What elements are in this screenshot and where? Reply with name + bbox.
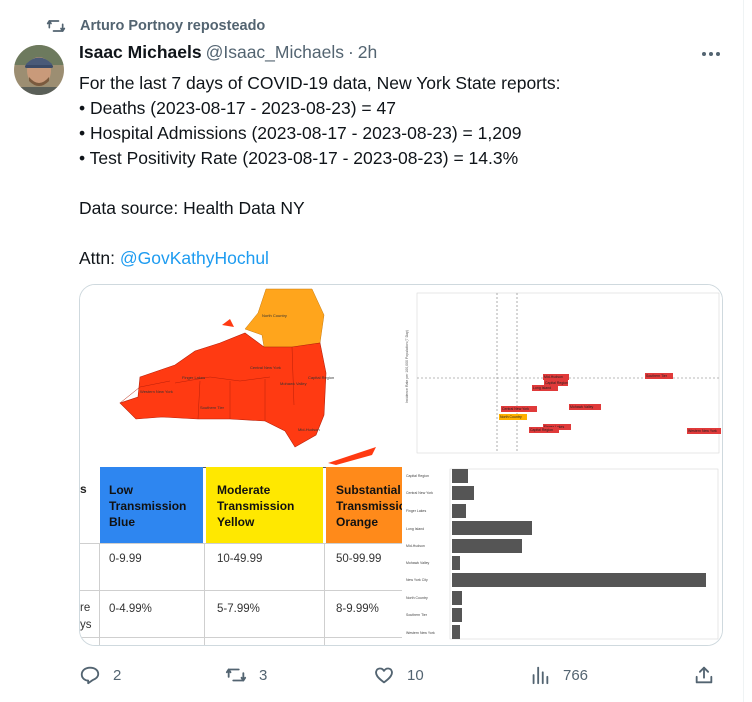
bar-5	[452, 556, 460, 570]
scatter-ylabel: Incidence Rate per 100,000 Population (7…	[405, 330, 409, 403]
stub-row2-a: re	[80, 602, 90, 614]
bar-cat-5: Mohawk Valley	[406, 561, 430, 565]
bar-8	[452, 608, 462, 622]
scatter-label-8: Capital Region	[530, 428, 553, 432]
scatter-label-2: Long Island	[533, 386, 551, 390]
bar-cat-4: Mid-Hudson	[406, 544, 425, 548]
repost-icon	[225, 668, 247, 682]
reply-button[interactable]: 2	[79, 660, 121, 690]
views-count: 766	[563, 666, 589, 684]
timestamp[interactable]: 2h	[358, 42, 377, 63]
views-button[interactable]: 766	[529, 660, 588, 690]
author-name[interactable]: Isaac Michaels	[79, 42, 202, 63]
reply-icon	[80, 666, 100, 685]
transmission-table[interactable]: s Low Transmission Blue Moderate Transmi…	[80, 467, 413, 645]
map-label-mohawk: Mohawk Valley	[280, 381, 307, 386]
share-button[interactable]	[693, 660, 715, 690]
reply-count: 2	[113, 666, 122, 684]
low-line-2: Transmission	[109, 499, 186, 513]
tweet[interactable]: Arturo Portnoy reposteado Isaac Michaels…	[0, 0, 744, 702]
attn-prefix: Attn:	[79, 248, 120, 268]
heart-icon	[375, 667, 393, 684]
substantial-row1: 50-99.99	[336, 553, 381, 565]
bar-2	[452, 504, 466, 518]
scatter-image[interactable]: Incidence Rate per 100,000 Population (7…	[402, 285, 722, 465]
action-bar: 2 3 10 766	[79, 660, 721, 690]
bar-cat-9: Western New York	[406, 631, 435, 635]
scatter-label-1: Capital Region	[545, 381, 568, 385]
repost-button[interactable]: 3	[225, 660, 267, 690]
bar-image[interactable]: Capital Region Central New York Finger L…	[402, 467, 722, 645]
repost-icon	[46, 20, 66, 32]
bar-1	[452, 486, 474, 500]
mention-link[interactable]: @GovKathyHochul	[120, 248, 269, 268]
bar-9	[452, 625, 460, 639]
stub-header: s	[80, 482, 87, 496]
bar-cat-8: Southern Tier	[406, 613, 428, 617]
bar-7	[452, 591, 462, 605]
bullet-hospital: • Hospital Admissions (2023-08-17 - 2023…	[79, 123, 522, 143]
low-line-3: Blue	[109, 515, 135, 529]
scatter-label-9: Western New York	[688, 429, 717, 433]
attn-line: Attn: @GovKathyHochul	[79, 246, 719, 271]
map-label-western: Western New York	[140, 389, 173, 394]
map-label-capital: Capital Region	[308, 375, 334, 380]
bar-cat-2: Finger Lakes	[406, 509, 426, 513]
scatter-label-0: Mid-Hudson	[544, 375, 563, 379]
bullet-deaths: • Deaths (2023-08-17 - 2023-08-23) = 47	[79, 98, 396, 118]
moderate-line-1: Moderate	[217, 483, 271, 497]
bar-cat-1: Central New York	[406, 491, 433, 495]
avatar[interactable]	[14, 45, 64, 95]
substantial-line-3: Orange	[336, 515, 378, 529]
like-button[interactable]: 10	[373, 660, 424, 690]
more-icon[interactable]	[699, 44, 723, 64]
media-grid[interactable]: North Country Central New York Mohawk Va…	[79, 284, 723, 646]
separator-dot: ·	[347, 42, 354, 62]
bullet-positivity: • Test Positivity Rate (2023-08-17 - 202…	[79, 148, 519, 168]
map-label-central: Central New York	[250, 365, 281, 370]
author-handle[interactable]: @Isaac_Michaels	[206, 42, 344, 63]
moderate-line-3: Yellow	[217, 515, 255, 529]
scatter-label-4: Central New York	[502, 407, 529, 411]
author-header: Isaac Michaels @Isaac_Michaels · 2h	[79, 42, 377, 63]
bar-cat-3: Long Island	[406, 527, 424, 531]
moderate-line-2: Transmission	[217, 499, 294, 513]
map-label-north-country: North Country	[262, 313, 287, 318]
substantial-row2: 8-9.99%	[336, 603, 379, 615]
share-icon	[695, 666, 713, 684]
bar-cat-7: North Country	[406, 596, 428, 600]
map-image[interactable]: North Country Central New York Mohawk Va…	[80, 285, 399, 465]
bar-6	[452, 573, 706, 587]
like-count: 10	[407, 666, 424, 684]
data-source: Data source: Health Data NY	[79, 198, 305, 218]
low-line-1: Low	[109, 483, 134, 497]
scatter-label-3: Southern Tier	[646, 374, 668, 378]
low-row2: 0-4.99%	[109, 603, 152, 615]
map-label-finger: Finger Lakes	[182, 375, 205, 380]
map-label-midhudson: Mid-Hudson	[298, 427, 320, 432]
substantial-line-2: Transmission	[336, 499, 413, 513]
moderate-row2: 5-7.99%	[217, 603, 260, 615]
repost-label: Arturo Portnoy reposteado	[80, 18, 266, 34]
bar-cat-6: New York City	[406, 578, 428, 582]
tweet-intro: For the last 7 days of COVID-19 data, Ne…	[79, 73, 561, 93]
scatter-label-5: Mohawk Valley	[570, 405, 594, 409]
tweet-text: For the last 7 days of COVID-19 data, Ne…	[79, 71, 719, 271]
bar-0	[452, 469, 468, 483]
substantial-line-1: Substantial	[336, 483, 401, 497]
repost-indicator[interactable]: Arturo Portnoy reposteado	[46, 14, 265, 38]
bar-cat-0: Capital Region	[406, 474, 429, 478]
low-row1: 0-9.99	[109, 553, 142, 565]
views-icon	[532, 666, 549, 685]
stub-row2-b: ys	[80, 619, 92, 631]
bar-4	[452, 539, 522, 553]
map-label-southern: Southern Tier	[200, 405, 225, 410]
bar-3	[452, 521, 532, 535]
scatter-label-6: North Country	[500, 415, 522, 419]
moderate-row1: 10-49.99	[217, 553, 262, 565]
repost-count: 3	[259, 666, 268, 684]
